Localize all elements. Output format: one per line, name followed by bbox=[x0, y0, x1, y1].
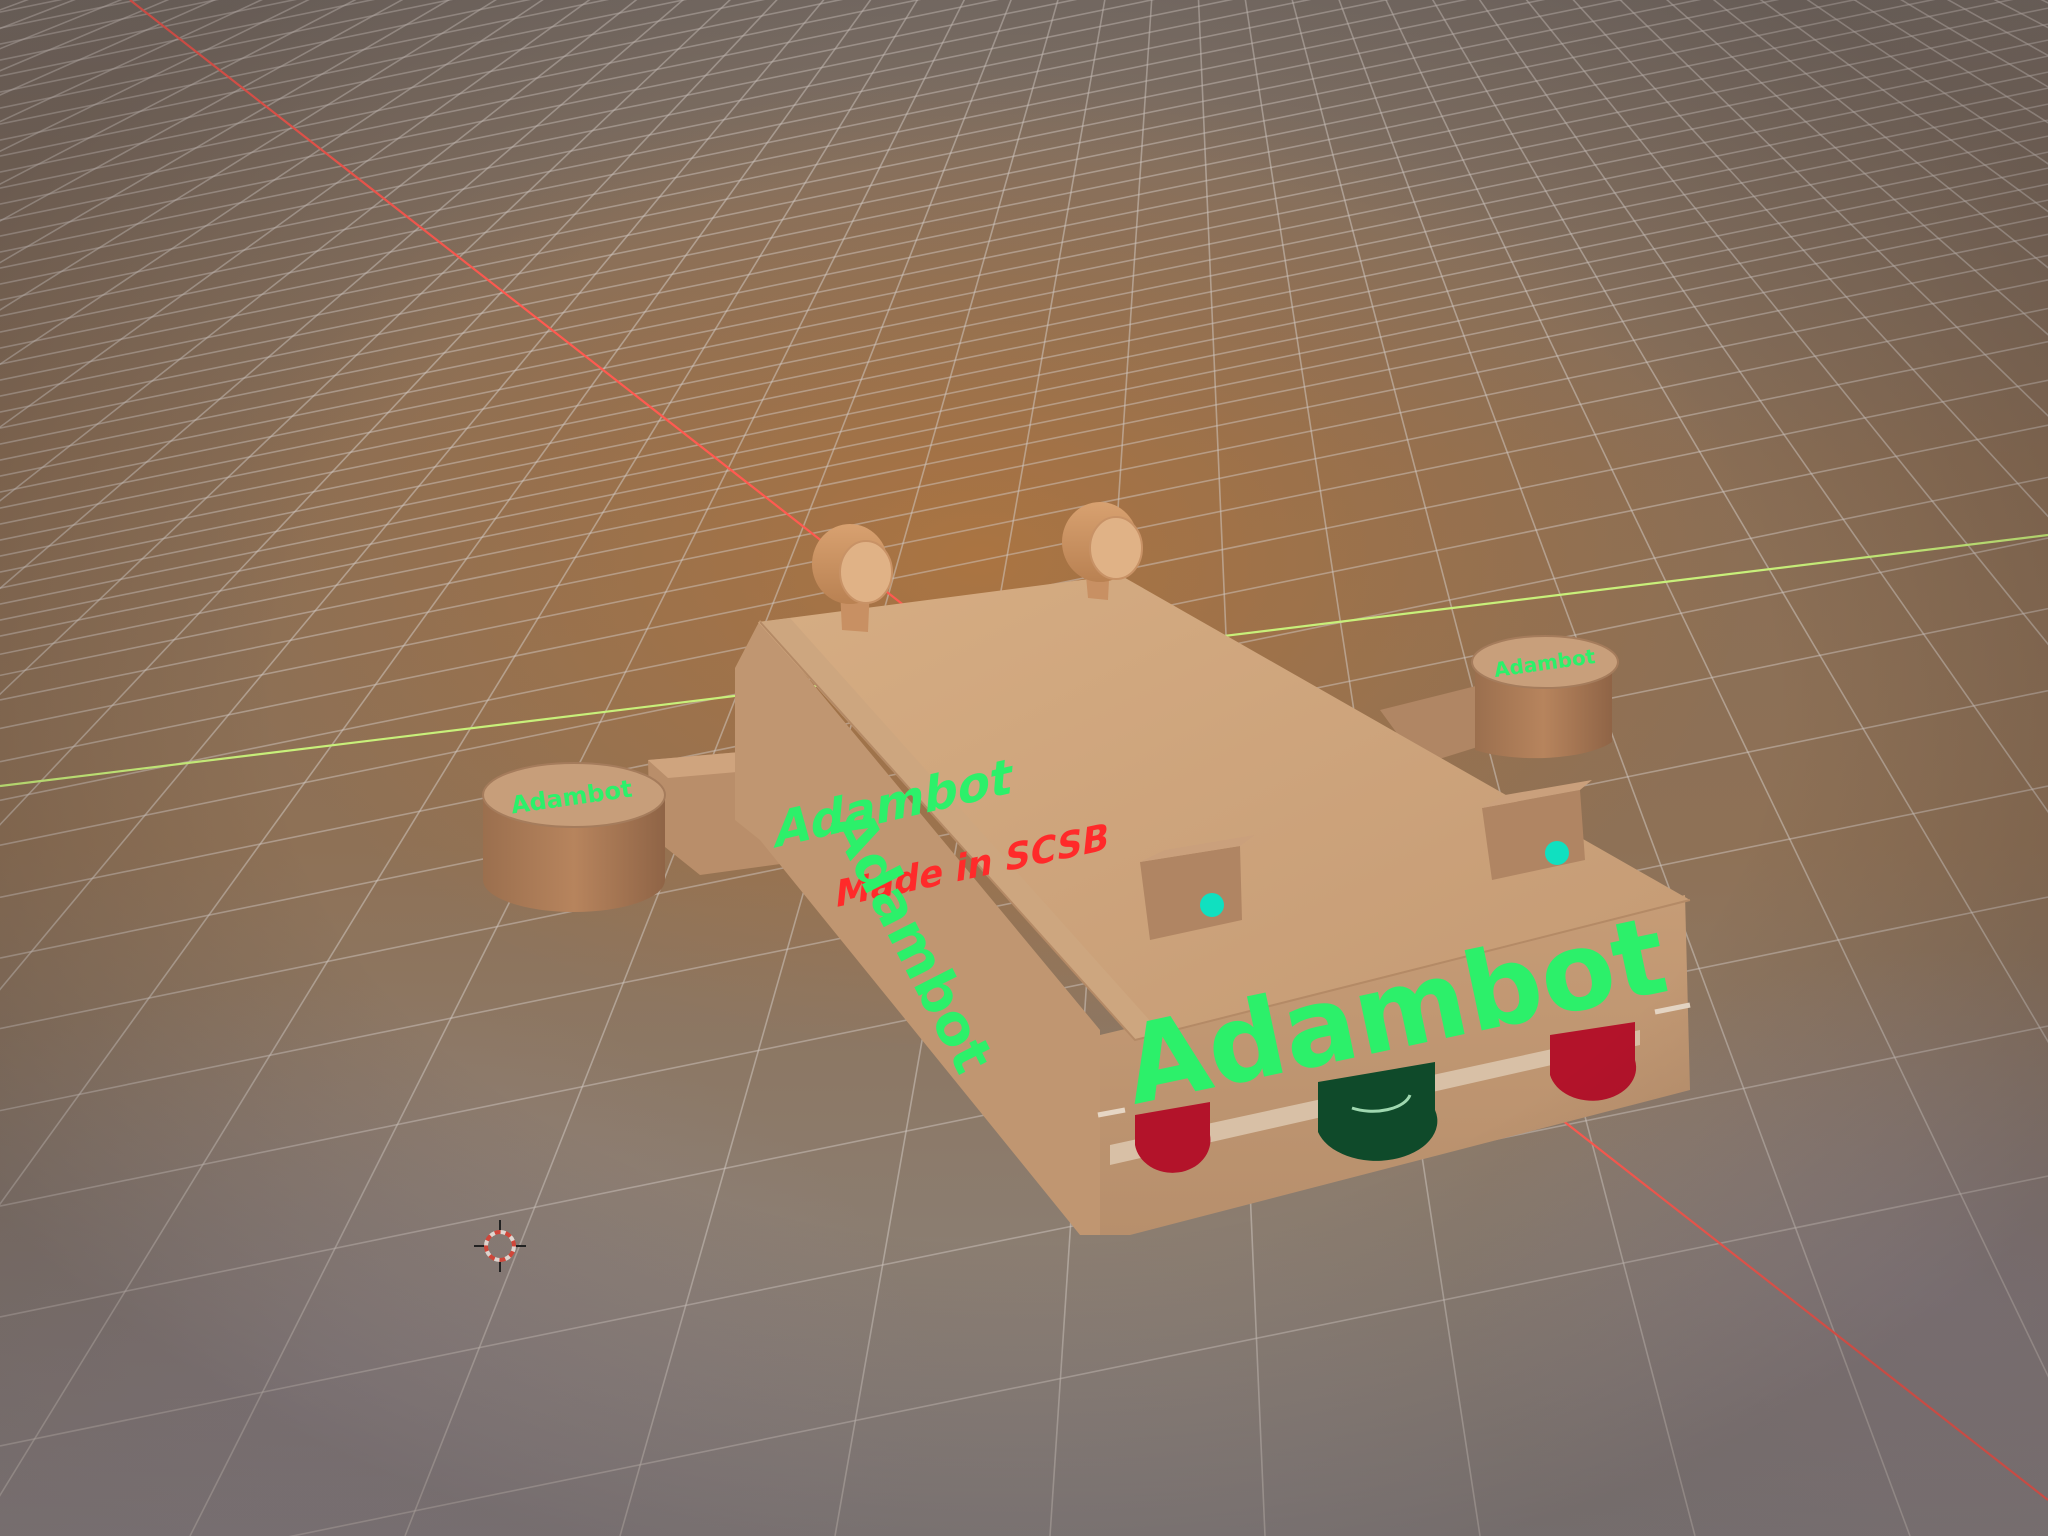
adambot-model[interactable]: Adambot Adambot Adambot Made in SCSB Ada… bbox=[482, 502, 1691, 1235]
right-tail-light bbox=[1550, 1022, 1637, 1101]
right-wheel: Adambot bbox=[1471, 635, 1619, 759]
grid-line bbox=[1528, 0, 2048, 1536]
grid-line bbox=[1539, 0, 2048, 1536]
grid-line bbox=[0, 119, 2048, 541]
grid-line bbox=[1453, 0, 2048, 1536]
grid-line bbox=[0, 0, 1234, 253]
grid-line bbox=[1389, 0, 2048, 1536]
3d-cursor-icon[interactable] bbox=[474, 1220, 526, 1272]
grid-line bbox=[0, 0, 922, 189]
grid-line bbox=[288, 1175, 2048, 1536]
grid-line bbox=[0, 135, 2048, 557]
grid-line bbox=[0, 87, 2048, 509]
grid-line bbox=[0, 0, 1312, 269]
grid-line bbox=[0, 71, 2048, 493]
grid-line bbox=[1946, 0, 2048, 57]
grid-line bbox=[0, 23, 2048, 445]
left-led bbox=[1200, 893, 1224, 917]
grid-line bbox=[1432, 0, 2048, 1536]
grid-line bbox=[0, 7, 2048, 429]
grid-line bbox=[1410, 0, 2048, 1536]
grid-line bbox=[1518, 0, 2048, 1536]
grid-line bbox=[1496, 0, 2048, 1536]
grid-line bbox=[0, 0, 1936, 397]
grid-line bbox=[0, 199, 2048, 621]
grid-line bbox=[0, 167, 2048, 589]
right-led bbox=[1545, 841, 1569, 865]
grid-line bbox=[1475, 0, 2048, 1536]
grid-line bbox=[0, 0, 532, 109]
grid-line bbox=[0, 151, 2048, 573]
grid-line bbox=[1993, 0, 2048, 29]
left-wheel: Adambot bbox=[482, 762, 666, 912]
viewport-canvas[interactable]: Adambot Adambot Adambot Made in SCSB Ada… bbox=[0, 0, 2048, 1536]
3d-viewport[interactable]: Adambot Adambot Adambot Made in SCSB Ada… bbox=[0, 0, 2048, 1536]
grid-line bbox=[0, 39, 2048, 461]
grid-line bbox=[0, 0, 1078, 221]
grid-line bbox=[1421, 0, 2048, 1536]
